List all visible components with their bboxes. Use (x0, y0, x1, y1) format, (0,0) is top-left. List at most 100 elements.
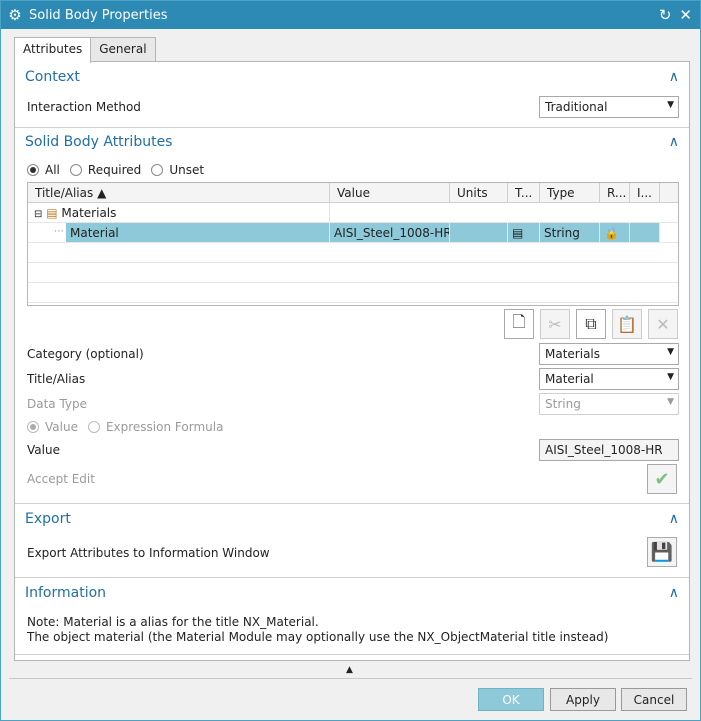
row-units (450, 223, 508, 242)
divider (15, 503, 689, 504)
collapse-icon[interactable]: ⊟ (34, 209, 42, 220)
row-value: AISI_Steel_1008-HR (330, 223, 450, 242)
table-row-group[interactable]: ⊟ ▤ Materials (28, 203, 678, 223)
radio-required[interactable] (69, 164, 82, 176)
context-section-header[interactable]: Context ∧ (15, 69, 689, 91)
filter-radio-group: All Required Unset (27, 163, 204, 177)
checkmark-icon: ✔ (654, 468, 670, 490)
window-title: Solid Body Properties (29, 7, 168, 23)
divider (15, 127, 689, 128)
delete-icon: ✕ (656, 314, 670, 334)
information-line-1: Note: Material is a alias for the title … (27, 615, 319, 629)
title-alias-value: Material (545, 372, 594, 386)
radio-all-label: All (45, 163, 60, 177)
accept-edit-button[interactable]: ✔ (647, 464, 677, 494)
radio-required-label: Required (87, 163, 142, 177)
copy-button[interactable]: ⧉ (576, 309, 606, 339)
divider (15, 577, 689, 578)
interaction-method-value: Traditional (545, 100, 608, 114)
save-icon: 💾 (650, 541, 674, 563)
apply-button[interactable]: Apply (550, 688, 616, 711)
col-required[interactable]: R... (600, 183, 630, 202)
export-button[interactable]: 💾 (647, 537, 677, 567)
category-label: Category (optional) (27, 347, 144, 361)
folder-icon: ▤ (46, 206, 58, 220)
cancel-button[interactable]: Cancel (621, 688, 687, 711)
new-attribute-button[interactable]: 🗋 (504, 309, 534, 339)
chevron-down-icon: ▼ (667, 347, 674, 357)
category-value: Materials (545, 347, 601, 361)
divider (9, 678, 692, 679)
radio-formula-label: Expression Formula (105, 420, 224, 434)
radio-all[interactable] (27, 164, 39, 176)
attributes-section-header[interactable]: Solid Body Attributes ∧ (15, 134, 689, 156)
title-alias-select[interactable]: Material ▼ (539, 368, 679, 390)
chevron-down-icon: ▼ (667, 397, 674, 407)
dialog-window: ⚙ Solid Body Properties ↻ ✕ Attributes G… (0, 0, 701, 721)
information-section-header[interactable]: Information ∧ (15, 585, 689, 607)
tab-attributes[interactable]: Attributes (14, 37, 92, 63)
attributes-table: Title/Alias ▲ Value Units T... Type R...… (27, 182, 679, 306)
radio-unset-label: Unset (169, 163, 205, 177)
data-type-label: Data Type (27, 397, 88, 411)
gear-icon: ⚙ (8, 6, 22, 24)
export-section-header[interactable]: Export ∧ (15, 511, 689, 533)
delete-button[interactable]: ✕ (648, 309, 678, 339)
table-row (28, 283, 678, 303)
scissors-icon: ✂ (548, 314, 562, 334)
table-row (28, 263, 678, 283)
title-alias-label: Title/Alias (27, 372, 86, 386)
mode-radio-group: Value Expression Formula (27, 420, 223, 434)
cut-button[interactable]: ✂ (540, 309, 570, 339)
lock-icon: 🔒 (600, 223, 630, 242)
col-type-icon[interactable]: T... (508, 183, 540, 202)
copy-icon: ⧉ (585, 314, 597, 333)
information-line-2: The object material (the Material Module… (27, 630, 609, 644)
chevron-up-icon[interactable]: ∧ (669, 69, 679, 85)
col-title-alias[interactable]: Title/Alias ▲ (28, 183, 330, 202)
information-text: Note: Material is a alias for the title … (27, 615, 608, 645)
information-title: Information (25, 585, 107, 601)
col-value[interactable]: Value (330, 183, 450, 202)
chevron-up-icon[interactable]: ∧ (669, 511, 679, 527)
divider (15, 654, 689, 655)
col-inherited[interactable]: I... (630, 183, 660, 202)
close-icon[interactable]: ✕ (679, 6, 692, 24)
ok-button[interactable]: OK (478, 688, 544, 711)
col-units[interactable]: Units (450, 183, 508, 202)
table-row[interactable]: ⋯ Material AISI_Steel_1008-HR ▤ String 🔒 (28, 223, 678, 243)
reset-icon[interactable]: ↻ (659, 6, 672, 24)
radio-value-label: Value (45, 420, 78, 434)
value-input[interactable]: AISI_Steel_1008-HR (539, 439, 679, 461)
row-type: String (540, 223, 600, 242)
new-document-icon: 🗋 (512, 311, 526, 331)
data-type-select[interactable]: String ▼ (539, 393, 679, 415)
radio-value[interactable] (27, 421, 39, 433)
paste-button[interactable]: 📋 (612, 309, 642, 339)
table-row (28, 243, 678, 263)
interaction-method-select[interactable]: Traditional ▼ (539, 96, 679, 118)
chevron-down-icon: ▼ (667, 372, 674, 382)
tree-line: ⋯ (54, 226, 64, 237)
radio-unset[interactable] (151, 164, 164, 176)
tab-bar: Attributes General (14, 37, 156, 63)
chevron-up-icon[interactable]: ∧ (669, 134, 679, 150)
radio-expression-formula[interactable] (87, 421, 100, 433)
paste-icon: 📋 (617, 314, 637, 334)
chevron-down-icon: ▼ (667, 100, 674, 110)
category-select[interactable]: Materials ▼ (539, 343, 679, 365)
value-label: Value (27, 443, 60, 457)
data-type-value: String (545, 397, 581, 411)
tab-general[interactable]: General (90, 37, 156, 62)
chevron-up-icon[interactable]: ∧ (669, 585, 679, 601)
accept-edit-label: Accept Edit (27, 472, 95, 486)
document-icon: ▤ (508, 223, 540, 242)
row-title: Material (66, 223, 329, 242)
interaction-method-label: Interaction Method (27, 100, 141, 114)
export-label: Export Attributes to Information Window (27, 546, 270, 560)
context-title: Context (25, 69, 80, 85)
export-title: Export (25, 511, 71, 527)
col-type[interactable]: Type (540, 183, 600, 202)
collapse-arrow-icon[interactable]: ▲ (346, 665, 353, 675)
attributes-panel: Context ∧ Interaction Method Traditional… (14, 61, 690, 661)
